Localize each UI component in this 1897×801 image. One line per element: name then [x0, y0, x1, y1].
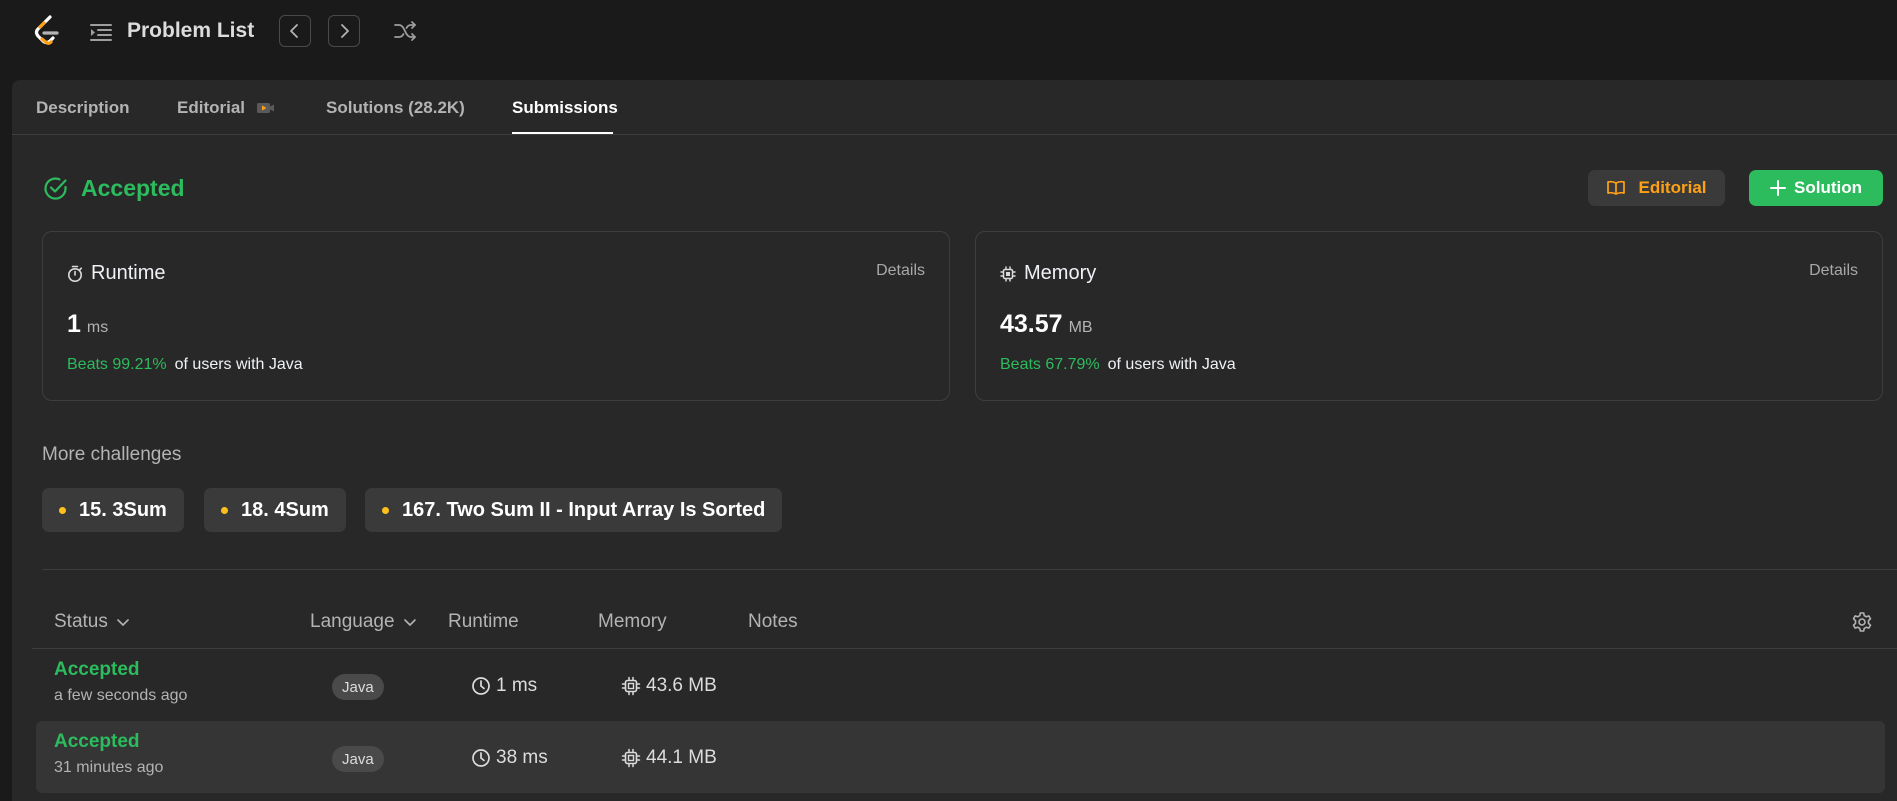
shuffle-button[interactable] — [392, 18, 418, 44]
challenge-chip[interactable]: 18. 4Sum — [204, 488, 346, 532]
difficulty-dot — [382, 506, 389, 514]
video-icon — [257, 103, 275, 113]
runtime-beats: Beats 99.21% of users with Java — [67, 356, 303, 374]
tab-description[interactable]: Description — [36, 98, 130, 118]
row-status[interactable]: Accepted — [54, 659, 140, 681]
row-runtime-value: 38 ms — [496, 747, 548, 768]
status-column-label: Status — [54, 611, 108, 632]
runtime-beats-percent: Beats 99.21% — [67, 356, 167, 373]
runtime-unit: ms — [86, 319, 109, 336]
memory-details-link[interactable]: Details — [1809, 262, 1858, 280]
leetcode-logo-icon[interactable] — [30, 14, 64, 48]
memory-column-header: Memory — [598, 611, 667, 632]
language-column-label: Language — [310, 611, 395, 632]
tab-submissions[interactable]: Submissions — [512, 98, 618, 118]
submissions-table-header: Status Language Runtime Memory Notes — [32, 605, 1897, 649]
row-runtime: 38 ms — [471, 747, 548, 769]
chevron-down-icon — [403, 619, 416, 626]
chip-icon — [621, 676, 641, 696]
challenge-chip-label: 167. Two Sum II - Input Array Is Sorted — [402, 498, 766, 521]
solution-button-label: Solution — [1794, 178, 1862, 197]
row-memory-value: 44.1 MB — [646, 747, 717, 768]
notes-column-header: Notes — [748, 611, 798, 632]
stopwatch-icon — [68, 265, 83, 282]
table-row[interactable]: Accepted 31 minutes ago Java 38 ms 44.1 … — [36, 721, 1885, 793]
row-time: 31 minutes ago — [54, 759, 164, 776]
memory-card-title: Memory — [1000, 262, 1096, 285]
solution-button[interactable]: Solution — [1749, 170, 1883, 206]
chip-icon — [1000, 265, 1016, 282]
next-problem-button[interactable] — [328, 15, 360, 47]
challenge-chip[interactable]: 167. Two Sum II - Input Array Is Sorted — [365, 488, 783, 532]
runtime-card-title: Runtime — [67, 262, 165, 285]
list-icon[interactable] — [88, 20, 114, 44]
chip-icon — [621, 748, 641, 768]
memory-beats: Beats 67.79% of users with Java — [1000, 356, 1236, 374]
status-text: Accepted — [81, 175, 185, 201]
language-badge: Java — [332, 674, 384, 700]
top-bar: Problem List — [0, 0, 1897, 64]
difficulty-dot — [221, 506, 228, 514]
memory-beats-suffix: of users with Java — [1107, 356, 1236, 373]
clock-icon — [472, 677, 490, 695]
runtime-value: 1 ms — [67, 310, 108, 339]
submission-panel: Description Editorial Solutions (28.2K) … — [12, 80, 1897, 801]
book-icon — [1607, 180, 1626, 195]
runtime-beats-suffix: of users with Java — [174, 356, 303, 373]
section-divider — [42, 569, 1897, 570]
runtime-card: Runtime Details 1 ms Beats 99.21% of users… — [42, 231, 950, 401]
row-runtime: 1 ms — [471, 675, 537, 697]
more-challenges-title: More challenges — [42, 444, 182, 465]
problem-list-title[interactable]: Problem List — [127, 19, 254, 43]
language-badge: Java — [332, 746, 384, 772]
memory-card: Memory Details 43.57 MB Beats 67.79% of us… — [975, 231, 1883, 401]
row-memory: 44.1 MB — [621, 747, 717, 769]
row-status[interactable]: Accepted — [54, 731, 140, 753]
editorial-button-label: Editorial — [1638, 178, 1707, 197]
gear-icon[interactable] — [1851, 611, 1873, 633]
runtime-value-number: 1 — [67, 310, 81, 338]
tab-solutions[interactable]: Solutions (28.2K) — [326, 98, 465, 118]
runtime-column-header: Runtime — [448, 611, 519, 632]
shuffle-icon — [394, 21, 416, 41]
row-runtime-value: 1 ms — [496, 675, 538, 696]
check-circle-icon — [44, 177, 67, 200]
row-memory: 43.6 MB — [621, 675, 717, 697]
memory-title-label: Memory — [1024, 262, 1097, 284]
chevron-right-icon — [341, 24, 349, 38]
prev-problem-button[interactable] — [279, 15, 311, 47]
active-tab-indicator — [512, 132, 613, 134]
memory-beats-percent: Beats 67.79% — [1000, 356, 1100, 373]
clock-icon — [472, 749, 490, 767]
tab-editorial[interactable]: Editorial — [177, 98, 275, 118]
language-column-filter[interactable]: Language — [310, 611, 417, 633]
submission-status: Accepted — [42, 175, 185, 202]
plus-icon — [1770, 180, 1786, 196]
table-row[interactable]: Accepted a few seconds ago Java 1 ms 43.… — [36, 649, 1885, 721]
status-column-filter[interactable]: Status — [54, 611, 130, 633]
row-time: a few seconds ago — [54, 687, 188, 704]
chevron-left-icon — [290, 24, 298, 38]
challenge-chip-label: 15. 3Sum — [79, 498, 167, 521]
memory-unit: MB — [1068, 319, 1093, 336]
row-memory-value: 43.6 MB — [646, 675, 717, 696]
challenge-chip-label: 18. 4Sum — [241, 498, 329, 521]
runtime-details-link[interactable]: Details — [876, 262, 925, 280]
tab-bar: Description Editorial Solutions (28.2K) … — [12, 80, 1897, 135]
chevron-down-icon — [117, 619, 129, 626]
memory-value: 43.57 MB — [1000, 310, 1093, 339]
memory-value-number: 43.57 — [1000, 310, 1063, 338]
difficulty-dot — [59, 506, 66, 514]
editorial-button[interactable]: Editorial — [1588, 170, 1725, 206]
tab-editorial-label: Editorial — [177, 98, 246, 117]
runtime-title-label: Runtime — [91, 262, 166, 284]
challenge-chip[interactable]: 15. 3Sum — [42, 488, 184, 532]
